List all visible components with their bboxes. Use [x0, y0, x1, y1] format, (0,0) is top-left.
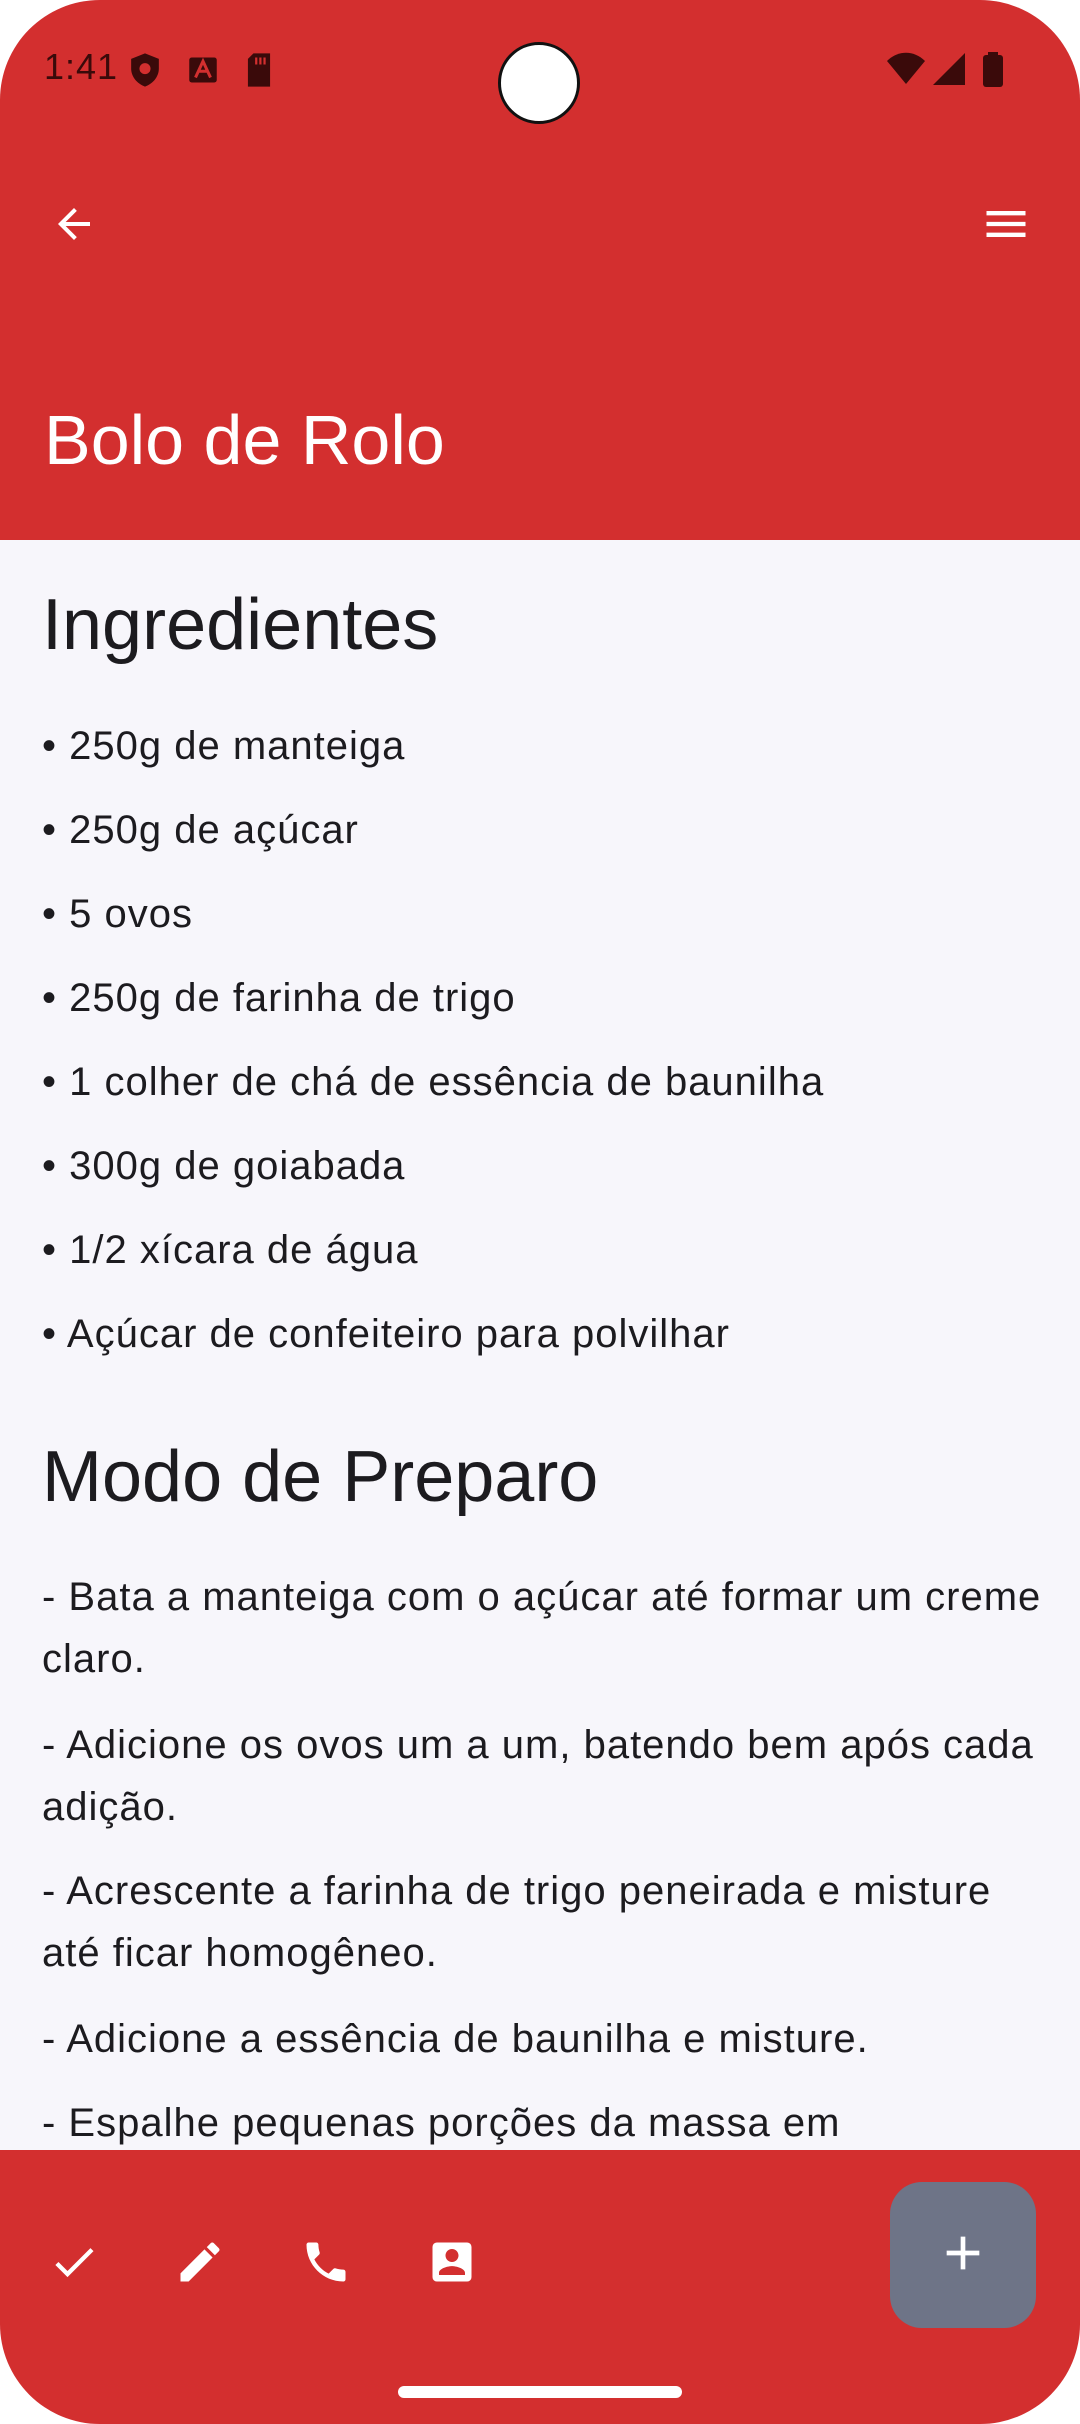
home-indicator[interactable] [398, 2386, 682, 2398]
ingredient-item: • 1/2 xícara de água [42, 1228, 419, 1272]
battery-icon [982, 52, 1004, 88]
add-icon [935, 2225, 991, 2286]
ingredients-title: Ingredientes [42, 585, 439, 665]
phone-icon [300, 2236, 352, 2293]
back-button[interactable] [26, 178, 122, 274]
menu-icon [980, 198, 1032, 255]
signal-icon [932, 52, 966, 88]
check-button[interactable] [26, 2216, 122, 2312]
ingredient-item: • 1 colher de chá de essência de baunilh… [42, 1060, 825, 1104]
ingredient-item: • 300g de goiabada [42, 1144, 406, 1188]
preparation-step: - Adicione os ovos um a um, batendo bem … [42, 1723, 1034, 1829]
phone-button[interactable] [278, 2216, 374, 2312]
contact-button[interactable] [404, 2216, 500, 2312]
ingredient-item: • 250g de açúcar [42, 808, 359, 852]
ingredient-item: • 250g de farinha de trigo [42, 976, 516, 1020]
edit-icon [174, 2236, 226, 2293]
wifi-icon [886, 52, 926, 88]
top-app-bar: 1:41 Bolo de Rolo [0, 0, 1080, 540]
preparation-step: - Acrescente a farinha de trigo peneirad… [42, 1869, 992, 1975]
recipe-content[interactable]: Ingredientes • 250g de manteiga • 250g d… [0, 540, 1080, 2150]
page-title: Bolo de Rolo [44, 401, 445, 479]
check-icon [48, 2236, 100, 2293]
ingredient-item: • 250g de manteiga [42, 724, 406, 768]
preparation-step: - Espalhe pequenas porções da massa em [42, 2101, 841, 2145]
preparation-step: - Bata a manteiga com o açúcar até forma… [42, 1575, 1042, 1681]
preparation-title: Modo de Preparo [42, 1437, 599, 1517]
status-time: 1:41 [44, 46, 119, 87]
ingredient-item: • Açúcar de confeiteiro para polvilhar [42, 1312, 730, 1356]
font-a-icon [188, 52, 222, 88]
arrow-left-icon [50, 200, 98, 253]
sd-card-icon [244, 52, 278, 88]
app-screen: 1:41 Bolo de Rolo Ingredientes • 250g de… [0, 0, 1080, 2424]
preparation-step: - Adicione a essência de baunilha e mist… [42, 2017, 869, 2061]
ingredient-item: • 5 ovos [42, 892, 193, 936]
contact-icon [426, 2236, 478, 2293]
menu-button[interactable] [958, 178, 1054, 274]
camera-cutout [498, 42, 580, 124]
shield-icon [128, 52, 162, 88]
edit-button[interactable] [152, 2216, 248, 2312]
add-fab-button[interactable] [890, 2182, 1036, 2328]
